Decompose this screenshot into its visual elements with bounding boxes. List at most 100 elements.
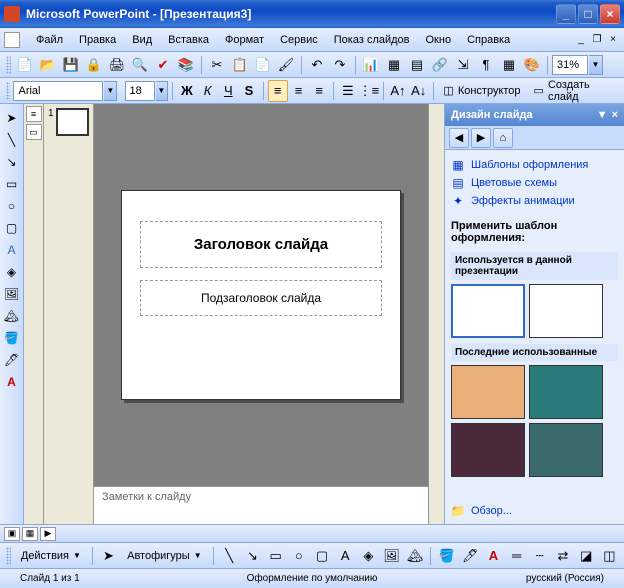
sorter-view-button[interactable]: ▦ <box>22 527 38 541</box>
nav-forward-button[interactable]: ▶ <box>471 128 491 148</box>
preview-button[interactable]: 🔍 <box>129 54 151 76</box>
toolbar-grip[interactable] <box>6 56 11 74</box>
toolbar-grip-2[interactable] <box>6 82 10 100</box>
shadow-style-button[interactable]: ◪ <box>576 545 597 567</box>
new-slide-button[interactable]: ▭ Создать слайд <box>528 80 620 102</box>
color-button[interactable]: 🎨 <box>521 54 543 76</box>
3d-style-button[interactable]: ◫ <box>599 545 620 567</box>
zoom-dropdown[interactable]: ▼ <box>589 55 603 75</box>
permission-button[interactable]: 🔒 <box>83 54 105 76</box>
nav-back-button[interactable]: ◀ <box>449 128 469 148</box>
undo-button[interactable]: ↶ <box>306 54 328 76</box>
print-button[interactable]: 🖨 <box>106 54 128 76</box>
link-animation[interactable]: ✦ Эффекты анимации <box>451 192 618 210</box>
designer-button[interactable]: ◫ Конструктор <box>437 80 526 102</box>
table-button[interactable]: ▦ <box>383 54 405 76</box>
redo-button[interactable]: ↷ <box>329 54 351 76</box>
paste-button[interactable]: 📄 <box>252 54 274 76</box>
shadow-button[interactable]: S <box>239 80 259 102</box>
arrow-tool-icon[interactable]: ➤ <box>2 108 22 128</box>
normal-view-button[interactable]: ▣ <box>4 527 20 541</box>
font-color-icon[interactable]: A <box>2 372 22 392</box>
minimize-button[interactable]: _ <box>556 4 576 24</box>
close-button[interactable]: × <box>600 4 620 24</box>
menu-insert[interactable]: Вставка <box>160 31 217 49</box>
dash-style-button[interactable]: ┄ <box>529 545 550 567</box>
browse-link[interactable]: 📁 Обзор... <box>451 502 618 520</box>
autoshapes-menu[interactable]: Автофигуры ▼ <box>121 545 208 567</box>
bullets-button[interactable]: ⋮≡ <box>359 80 380 102</box>
menu-window[interactable]: Окно <box>418 31 460 49</box>
cut-button[interactable]: ✂ <box>206 54 228 76</box>
doc-restore-button[interactable]: ❐ <box>590 33 604 47</box>
tables-borders-button[interactable]: ▤ <box>406 54 428 76</box>
bold-button[interactable]: Ж <box>177 80 197 102</box>
slide-thumbnail-1[interactable] <box>56 108 89 136</box>
line-tool-icon[interactable]: ╲ <box>2 130 22 150</box>
menu-slideshow[interactable]: Показ слайдов <box>326 31 418 49</box>
new-button[interactable]: 📄 <box>14 54 36 76</box>
menu-format[interactable]: Формат <box>217 31 272 49</box>
underline-button[interactable]: Ч <box>218 80 238 102</box>
line-color-icon[interactable]: 🖊 <box>2 350 22 370</box>
taskpane-close-icon[interactable]: × <box>612 109 618 121</box>
line-style-button[interactable]: ═ <box>506 545 527 567</box>
notes-pane[interactable]: Заметки к слайду <box>94 486 428 524</box>
line-color-button[interactable]: 🖊 <box>460 545 481 567</box>
actions-menu[interactable]: Действия ▼ <box>15 545 87 567</box>
font-name-dropdown[interactable]: ▼ <box>104 81 117 101</box>
increase-font-button[interactable]: A↑ <box>388 80 408 102</box>
oval-tool-icon[interactable]: ○ <box>2 196 22 216</box>
picture-tool-icon[interactable]: 🏔 <box>2 306 22 326</box>
office-logo-icon[interactable] <box>4 32 20 48</box>
menu-file[interactable]: Файл <box>28 31 71 49</box>
textbox-tool-icon[interactable]: ▢ <box>2 218 22 238</box>
menu-help[interactable]: Справка <box>459 31 518 49</box>
numbering-button[interactable]: ☰ <box>338 80 358 102</box>
font-size-input[interactable] <box>125 81 155 101</box>
align-center-button[interactable]: ≡ <box>289 80 309 102</box>
template-current-2[interactable] <box>529 284 603 338</box>
menu-view[interactable]: Вид <box>124 31 160 49</box>
rect-button[interactable]: ▭ <box>265 545 286 567</box>
vertical-scrollbar[interactable] <box>428 104 444 524</box>
select-tool-button[interactable]: ➤ <box>98 545 119 567</box>
zoom-input[interactable] <box>552 55 588 75</box>
picture-button[interactable]: 🏔 <box>404 545 425 567</box>
subtitle-placeholder[interactable]: Подзаголовок слайда <box>140 280 382 316</box>
textbox-button[interactable]: ▢ <box>311 545 332 567</box>
slides-tab[interactable]: ▭ <box>26 124 42 140</box>
template-recent-2[interactable] <box>529 365 603 419</box>
wordart-button[interactable]: A <box>335 545 356 567</box>
font-color-button[interactable]: A <box>483 545 504 567</box>
template-current-1[interactable] <box>451 284 525 338</box>
italic-button[interactable]: К <box>198 80 218 102</box>
diagram-button[interactable]: ◈ <box>358 545 379 567</box>
link-templates[interactable]: ▦ Шаблоны оформления <box>451 156 618 174</box>
menu-tools[interactable]: Сервис <box>272 31 326 49</box>
line-button[interactable]: ╲ <box>219 545 240 567</box>
fill-button[interactable]: 🪣 <box>436 545 457 567</box>
hyperlink-button[interactable]: 🔗 <box>429 54 451 76</box>
arrow-button[interactable]: ↘ <box>242 545 263 567</box>
nav-home-button[interactable]: ⌂ <box>493 128 513 148</box>
diagram-tool-icon[interactable]: ◈ <box>2 262 22 282</box>
align-left-button[interactable]: ≡ <box>268 80 288 102</box>
slide-canvas[interactable]: Заголовок слайда Подзаголовок слайда <box>94 104 428 486</box>
menu-edit[interactable]: Правка <box>71 31 124 49</box>
research-button[interactable]: 📚 <box>175 54 197 76</box>
drawbar-grip[interactable] <box>6 547 11 565</box>
slideshow-view-button[interactable]: ▶ <box>40 527 56 541</box>
clipart-tool-icon[interactable]: 🖼 <box>2 284 22 304</box>
save-button[interactable]: 💾 <box>60 54 82 76</box>
chart-button[interactable]: 📊 <box>360 54 382 76</box>
spellcheck-button[interactable]: ✔ <box>152 54 174 76</box>
font-size-dropdown[interactable]: ▼ <box>156 81 169 101</box>
title-placeholder[interactable]: Заголовок слайда <box>140 221 382 268</box>
grid-button[interactable]: ▦ <box>498 54 520 76</box>
copy-button[interactable]: 📋 <box>229 54 251 76</box>
format-painter-button[interactable]: 🖌 <box>275 54 297 76</box>
show-formatting-button[interactable]: ¶ <box>475 54 497 76</box>
doc-close-button[interactable]: × <box>606 33 620 47</box>
taskpane-dropdown-icon[interactable]: ▼ <box>597 109 608 121</box>
